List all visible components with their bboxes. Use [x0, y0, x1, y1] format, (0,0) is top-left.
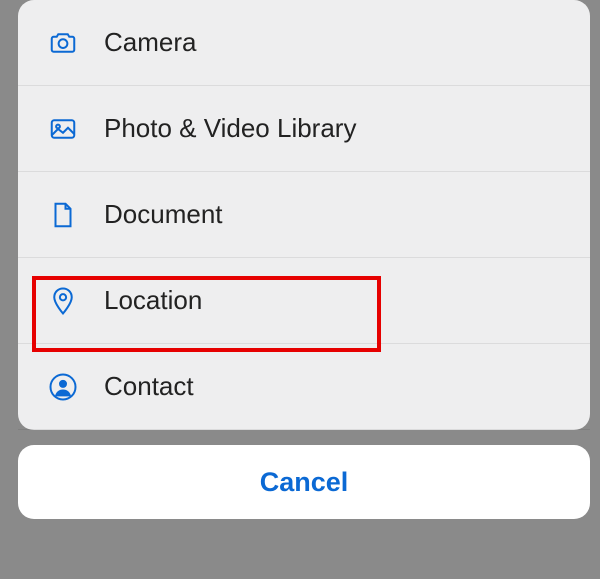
menu-item-photo-library[interactable]: Photo & Video Library: [18, 86, 590, 172]
menu-item-label: Photo & Video Library: [104, 113, 356, 144]
menu-item-contact[interactable]: Contact: [18, 344, 590, 430]
menu-item-document[interactable]: Document: [18, 172, 590, 258]
cancel-button-label: Cancel: [260, 467, 349, 498]
action-sheet: Camera Photo & Video Library Document: [18, 0, 590, 430]
menu-item-label: Location: [104, 285, 202, 316]
action-sheet-container: Camera Photo & Video Library Document: [18, 0, 590, 579]
menu-item-label: Document: [104, 199, 223, 230]
photo-icon: [48, 114, 104, 144]
menu-item-label: Camera: [104, 27, 196, 58]
contact-icon: [48, 372, 104, 402]
location-icon: [48, 286, 104, 316]
menu-item-label: Contact: [104, 371, 194, 402]
cancel-button[interactable]: Cancel: [18, 445, 590, 519]
menu-item-location[interactable]: Location: [18, 258, 590, 344]
document-icon: [48, 200, 104, 230]
menu-item-camera[interactable]: Camera: [18, 0, 590, 86]
camera-icon: [48, 28, 104, 58]
